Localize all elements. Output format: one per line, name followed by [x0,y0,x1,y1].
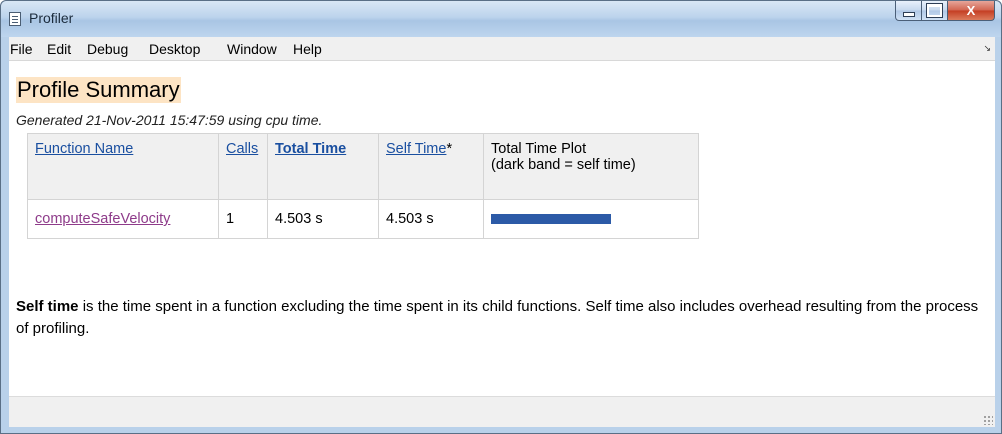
cell-total-time: 4.503 s [267,199,379,239]
maximize-button[interactable] [922,1,948,21]
header-total-time-plot: Total Time Plot (dark band = self time) [483,133,699,200]
minimize-icon [902,11,915,17]
menu-desktop[interactable]: Desktop [149,41,200,57]
sort-total-time-link[interactable]: Total Time [275,141,346,157]
cell-self-time: 4.503 s [378,199,484,239]
note-bold-term: Self time [16,298,79,315]
self-time-bar [491,214,611,224]
menu-file[interactable]: File [10,41,33,57]
function-link[interactable]: computeSafeVelocity [35,211,170,227]
profiler-window: Profiler X File Edit Debug Desktop Windo… [0,0,1002,434]
sort-function-name-link[interactable]: Function Name [35,141,133,157]
window-controls: X [895,1,995,23]
close-icon: X [966,3,976,18]
menu-edit[interactable]: Edit [47,41,71,57]
summary-table: Function Name Calls Total Time Self Time… [27,133,699,239]
table-row: computeSafeVelocity 1 4.503 s 4.503 s [27,199,699,239]
header-calls: Calls [218,133,268,200]
sort-self-time-link[interactable]: Self Time [386,141,446,157]
cell-calls: 1 [218,199,268,239]
plot-header-line2: (dark band = self time) [491,157,636,173]
page-title: Profile Summary [16,77,181,103]
table-header-row: Function Name Calls Total Time Self Time… [27,133,699,200]
document-icon [9,12,21,26]
plot-header-line1: Total Time Plot [491,141,587,157]
menu-window[interactable]: Window [227,41,277,57]
report-content: Profile Summary Generated 21-Nov-2011 15… [9,61,995,396]
header-function-name: Function Name [27,133,219,200]
header-self-time: Self Time* [378,133,484,200]
cell-function-name: computeSafeVelocity [27,199,219,239]
maximize-icon [927,4,942,17]
sort-calls-link[interactable]: Calls [226,141,258,157]
menu-help[interactable]: Help [293,41,322,57]
menu-debug[interactable]: Debug [87,41,128,57]
undock-icon[interactable]: ↘ [983,43,991,54]
note-text: is the time spent in a function excludin… [16,298,979,337]
page-subtitle: Generated 21-Nov-2011 15:47:59 using cpu… [16,112,323,128]
window-title: Profiler [29,10,74,26]
header-total-time: Total Time [267,133,379,200]
title-bar[interactable]: Profiler X [1,1,1001,37]
self-time-asterisk: * [446,141,453,157]
close-button[interactable]: X [948,1,995,21]
self-time-note: Self time is the time spent in a functio… [16,296,986,340]
resize-grip-icon[interactable] [983,415,993,425]
cell-time-plot [483,199,699,239]
status-bar [9,396,995,427]
menu-bar: File Edit Debug Desktop Window Help ↘ [9,37,995,61]
minimize-button[interactable] [895,1,922,21]
